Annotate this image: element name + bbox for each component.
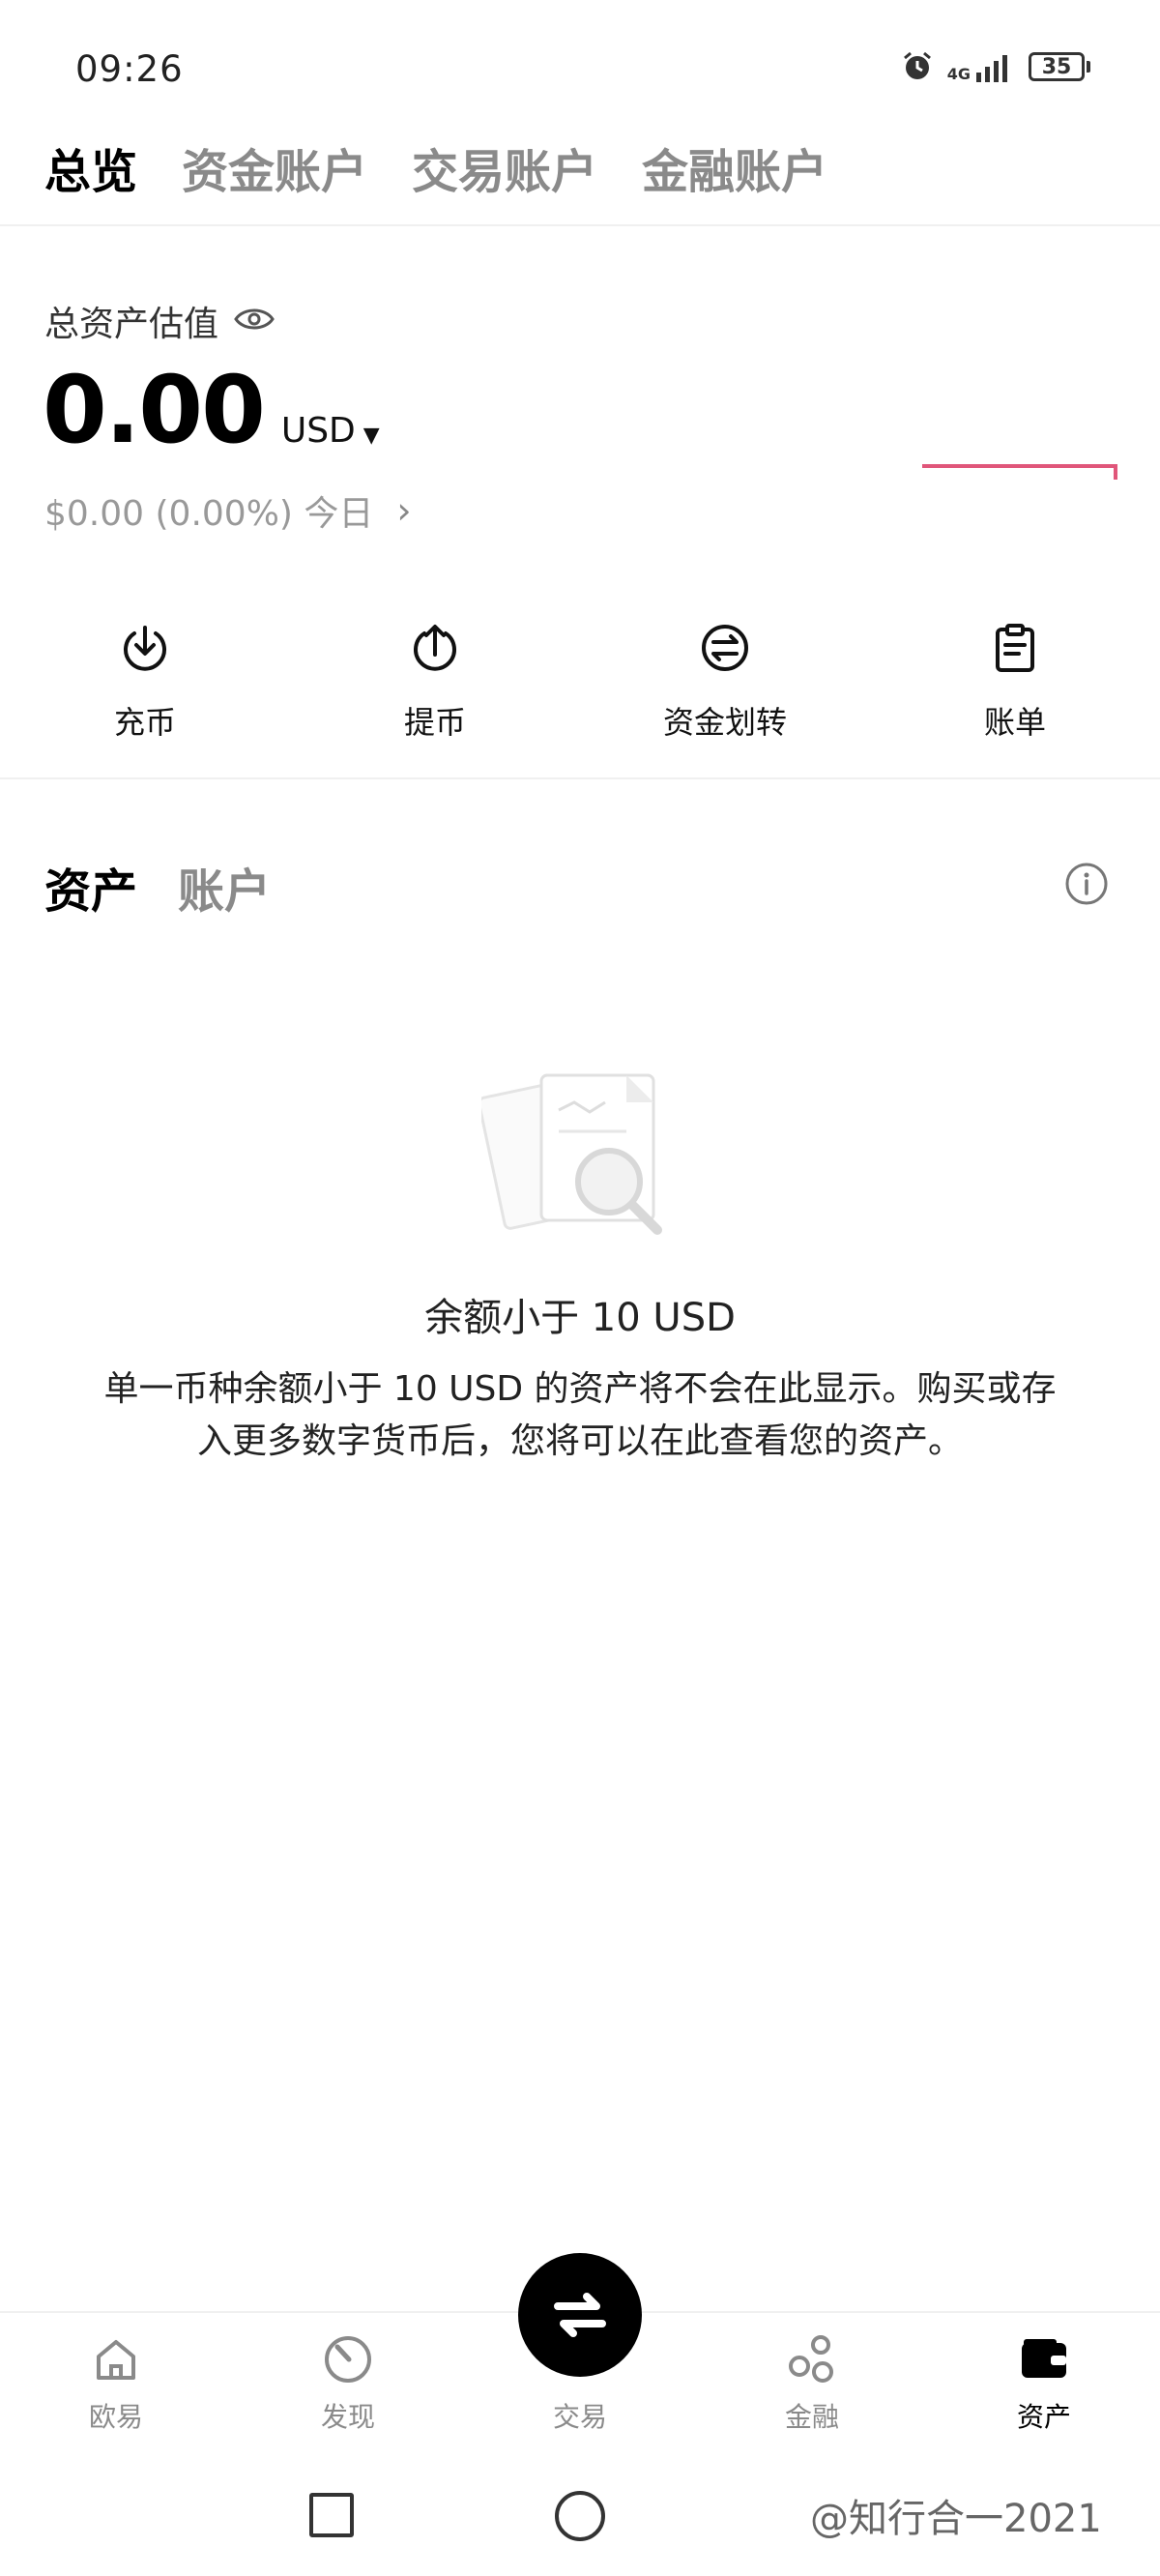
bill-button[interactable]: 账单 bbox=[870, 619, 1160, 743]
transfer-button[interactable]: 资金划转 bbox=[580, 619, 870, 743]
battery-icon: 35 bbox=[1029, 52, 1090, 81]
divider bbox=[0, 777, 1160, 779]
watermark: @知行合一2021 bbox=[810, 2497, 1102, 2541]
currency-label: USD bbox=[280, 411, 356, 451]
tab-assets[interactable]: 资产 bbox=[44, 853, 137, 921]
home-icon bbox=[89, 2332, 143, 2386]
currency-selector[interactable]: USD ▼ bbox=[281, 411, 380, 451]
empty-document-search-illustration bbox=[481, 1073, 662, 1235]
total-asset-label-text: 总资产估值 bbox=[44, 305, 219, 344]
quick-actions: 充币 提币 资金划转 账单 bbox=[0, 619, 1160, 743]
deposit-label: 充币 bbox=[113, 704, 176, 741]
top-tabs: 总览 资金账户 交易账户 金融账户 bbox=[44, 133, 827, 201]
status-bar: 09:26 4G 35 bbox=[0, 0, 1160, 135]
balance-value: 0.00 bbox=[43, 356, 266, 464]
nav-item-trade[interactable]: 交易 bbox=[464, 2332, 696, 2435]
empty-state-description: 单一币种余额小于 10 USD 的资产将不会在此显示。购买或存入更多数字货币后，… bbox=[103, 1369, 1057, 1461]
transfer-label: 资金划转 bbox=[662, 704, 787, 741]
trade-icon bbox=[553, 2332, 607, 2386]
signal-label: 4G bbox=[946, 65, 971, 83]
alarm-icon bbox=[901, 50, 934, 83]
chevron-right-icon: › bbox=[396, 489, 412, 532]
nav-item-home[interactable]: 欧易 bbox=[0, 2332, 232, 2435]
nav-label-assets: 资产 bbox=[1016, 2401, 1071, 2433]
section-tabs: 资产 账户 bbox=[44, 853, 271, 921]
bill-icon bbox=[986, 619, 1044, 677]
sparkline bbox=[922, 464, 1117, 480]
deposit-button[interactable]: 充币 bbox=[0, 619, 290, 743]
deposit-icon bbox=[116, 619, 174, 677]
tab-overview[interactable]: 总览 bbox=[44, 133, 137, 201]
nav-label-home: 欧易 bbox=[88, 2401, 143, 2433]
tab-trading-account[interactable]: 交易账户 bbox=[412, 133, 597, 201]
tab-funding-account[interactable]: 资金账户 bbox=[182, 133, 367, 201]
divider bbox=[0, 224, 1160, 226]
discover-icon bbox=[321, 2332, 375, 2386]
balance: 0.00 USD ▼ bbox=[43, 356, 380, 464]
nav-label-trade: 交易 bbox=[552, 2401, 607, 2433]
eye-icon[interactable] bbox=[234, 305, 275, 337]
nav-label-finance: 金融 bbox=[784, 2401, 839, 2433]
home-button[interactable] bbox=[555, 2491, 605, 2541]
system-navigation-bar: @知行合一2021 bbox=[0, 2475, 1160, 2553]
wallet-icon bbox=[1017, 2332, 1071, 2386]
nav-item-assets[interactable]: 资产 bbox=[928, 2332, 1160, 2435]
tab-finance-account[interactable]: 金融账户 bbox=[642, 133, 827, 201]
info-icon[interactable] bbox=[1063, 861, 1110, 911]
signal-icon: 4G bbox=[947, 51, 1015, 82]
nav-item-discover[interactable]: 发现 bbox=[232, 2332, 464, 2435]
empty-state-title: 余额小于 10 USD bbox=[424, 1296, 736, 1340]
recent-apps-button[interactable] bbox=[309, 2493, 354, 2537]
daily-change[interactable]: $0.00 (0.00%) 今日 › bbox=[44, 485, 412, 536]
nav-label-discover: 发现 bbox=[320, 2401, 375, 2433]
battery-tip bbox=[1087, 61, 1090, 73]
transfer-icon bbox=[696, 619, 754, 677]
battery-level: 35 bbox=[1029, 52, 1085, 81]
bill-label: 账单 bbox=[983, 704, 1046, 741]
finance-icon bbox=[785, 2332, 839, 2386]
bottom-nav: 欧易 发现 交易 金融 资产 bbox=[0, 2332, 1160, 2435]
daily-change-text: $0.00 (0.00%) 今日 bbox=[44, 494, 374, 534]
withdraw-label: 提币 bbox=[403, 704, 466, 741]
status-icons: 4G 35 bbox=[901, 50, 1090, 83]
withdraw-icon bbox=[406, 619, 464, 677]
total-asset-label: 总资产估值 bbox=[44, 296, 275, 346]
withdraw-button[interactable]: 提币 bbox=[290, 619, 580, 743]
nav-item-finance[interactable]: 金融 bbox=[696, 2332, 928, 2435]
caret-down-icon: ▼ bbox=[362, 424, 380, 448]
tab-accounts[interactable]: 账户 bbox=[178, 853, 271, 921]
status-time: 09:26 bbox=[75, 48, 184, 90]
